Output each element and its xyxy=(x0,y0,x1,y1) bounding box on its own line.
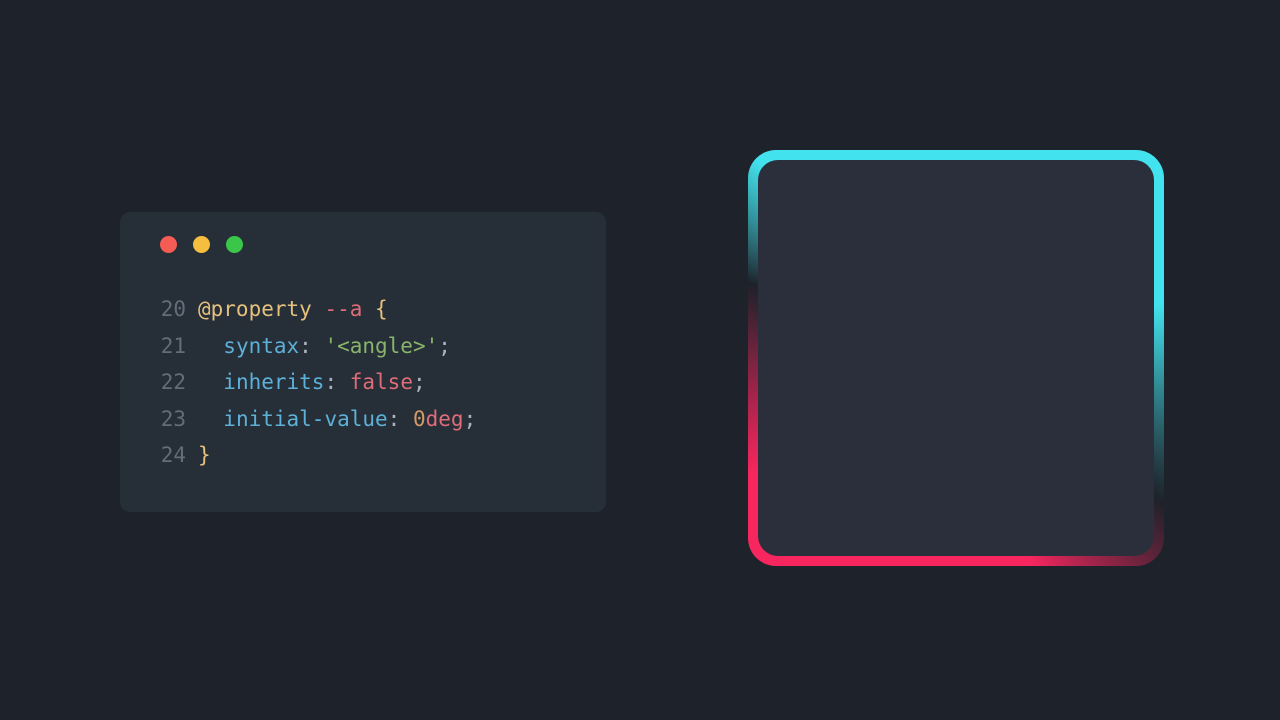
code-token: ; xyxy=(464,401,477,438)
minimize-icon[interactable] xyxy=(193,236,210,253)
code-block: 20@property --a {21 syntax: '<angle>';22… xyxy=(146,291,580,474)
line-number: 22 xyxy=(146,364,186,401)
close-icon[interactable] xyxy=(160,236,177,253)
demo-inner-panel xyxy=(758,160,1154,556)
code-token: ; xyxy=(413,364,426,401)
code-line: 23 initial-value: 0deg; xyxy=(146,401,580,438)
code-token: @property xyxy=(198,291,312,328)
code-token: } xyxy=(198,437,211,474)
line-number: 24 xyxy=(146,437,186,474)
code-token: initial-value xyxy=(223,401,387,438)
code-window: 20@property --a {21 syntax: '<angle>';22… xyxy=(120,212,606,512)
code-token: ; xyxy=(438,328,451,365)
code-token: : xyxy=(388,401,413,438)
line-number: 23 xyxy=(146,401,186,438)
code-token xyxy=(198,401,223,438)
code-token xyxy=(362,291,375,328)
code-line: 20 @property --a { xyxy=(146,291,580,328)
animated-border-demo xyxy=(748,150,1164,566)
code-token: : xyxy=(324,364,349,401)
code-token xyxy=(198,364,223,401)
code-token: syntax xyxy=(223,328,299,365)
code-token: deg xyxy=(426,401,464,438)
code-token: { xyxy=(375,291,388,328)
code-token: : xyxy=(299,328,324,365)
window-traffic-lights xyxy=(160,236,580,253)
code-token xyxy=(198,328,223,365)
code-token: false xyxy=(350,364,413,401)
code-token xyxy=(312,291,325,328)
line-number: 21 xyxy=(146,328,186,365)
line-number: 20 xyxy=(146,291,186,328)
code-token: inherits xyxy=(223,364,324,401)
code-token: 0 xyxy=(413,401,426,438)
code-token: '<angle>' xyxy=(324,328,438,365)
code-line: 21 syntax: '<angle>'; xyxy=(146,328,580,365)
code-line: 24} xyxy=(146,437,580,474)
code-token: --a xyxy=(324,291,362,328)
code-line: 22 inherits: false; xyxy=(146,364,580,401)
maximize-icon[interactable] xyxy=(226,236,243,253)
